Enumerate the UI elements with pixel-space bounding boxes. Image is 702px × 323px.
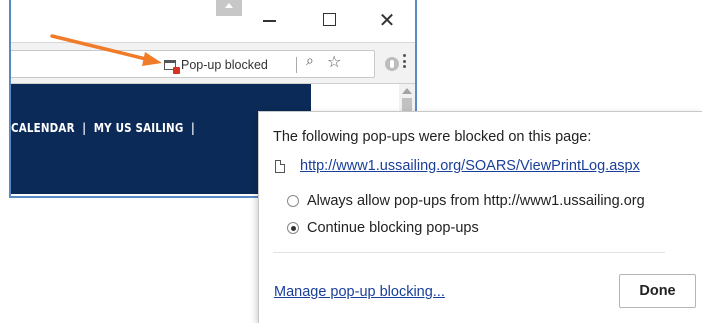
radio-button-checked[interactable]: [287, 222, 299, 234]
bubble-heading: The following pop-ups were blocked on th…: [273, 129, 592, 145]
done-button[interactable]: Done: [619, 274, 696, 308]
bubble-divider: [273, 252, 665, 253]
popup-blocked-bubble: The following pop-ups were blocked on th…: [258, 111, 702, 323]
radio-always-allow[interactable]: Always allow pop-ups from http://www1.us…: [287, 191, 645, 211]
radio-continue-blocking[interactable]: Continue blocking pop-ups: [287, 218, 479, 238]
page-icon: [275, 160, 285, 173]
radio-button[interactable]: [287, 195, 299, 207]
radio-label: Always allow pop-ups from http://www1.us…: [307, 193, 645, 209]
blocked-popup-link[interactable]: http://www1.ussailing.org/SOARS/ViewPrin…: [300, 158, 640, 174]
manage-popup-blocking-link[interactable]: Manage pop-up blocking...: [274, 284, 445, 300]
radio-label: Continue blocking pop-ups: [307, 220, 479, 236]
